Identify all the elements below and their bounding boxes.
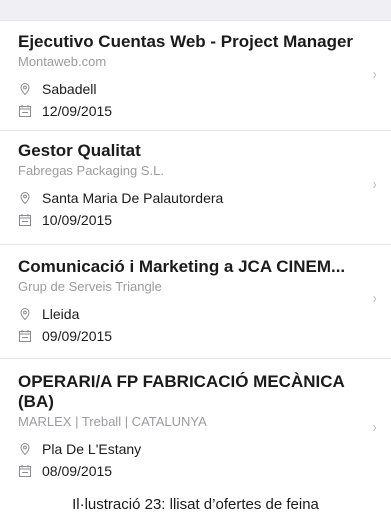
job-date-row: 09/09/2015 bbox=[18, 327, 361, 345]
top-bar bbox=[0, 0, 391, 20]
job-title: Comunicació i Marketing a JCA CINEM... bbox=[18, 257, 346, 276]
job-location: Santa Maria De Palautordera bbox=[42, 190, 224, 206]
job-date: 09/09/2015 bbox=[42, 328, 113, 344]
job-date: 08/09/2015 bbox=[42, 463, 113, 479]
job-date-row: 08/09/2015 bbox=[18, 462, 361, 480]
calendar-icon bbox=[19, 465, 31, 477]
job-title: OPERARI/A FP FABRICACIÓ MECÀNICA (BA) bbox=[18, 372, 345, 411]
job-location: Lleida bbox=[42, 306, 80, 322]
chevron-right-icon: › bbox=[372, 419, 377, 436]
job-company: MARLEX | Treball | CATALUNYA bbox=[18, 414, 207, 429]
job-date-row: 12/09/2015 bbox=[18, 102, 361, 120]
job-date: 12/09/2015 bbox=[42, 103, 113, 119]
job-location: Pla De L'Estany bbox=[42, 441, 142, 457]
chevron-right-icon: › bbox=[372, 290, 377, 307]
job-offer-item[interactable]: Ejecutivo Cuentas Web - Project Manager … bbox=[0, 20, 391, 130]
chevron-right-icon: › bbox=[372, 66, 377, 83]
calendar-icon bbox=[19, 330, 31, 342]
job-offer-item[interactable]: Comunicació i Marketing a JCA CINEM... G… bbox=[0, 244, 391, 358]
chevron-right-icon: › bbox=[372, 176, 377, 193]
job-company: Montaweb.com bbox=[18, 54, 107, 69]
job-company: Grup de Serveis Triangle bbox=[18, 279, 162, 294]
job-date-row: 10/09/2015 bbox=[18, 211, 361, 229]
job-location-row: Sabadell bbox=[18, 80, 361, 98]
job-company: Fabregas Packaging S.L. bbox=[18, 163, 164, 178]
job-offer-item[interactable]: Gestor Qualitat Fabregas Packaging S.L. … bbox=[0, 130, 391, 244]
figure-caption: Il·lustració 23: llisat d’ofertes de fei… bbox=[72, 496, 319, 513]
location-pin-icon bbox=[20, 442, 30, 456]
job-date: 10/09/2015 bbox=[42, 212, 113, 228]
location-pin-icon bbox=[20, 191, 30, 205]
job-location: Sabadell bbox=[42, 81, 97, 97]
location-pin-icon bbox=[20, 307, 30, 321]
location-pin-icon bbox=[20, 82, 30, 96]
job-location-row: Lleida bbox=[18, 305, 361, 323]
job-location-row: Santa Maria De Palautordera bbox=[18, 189, 361, 207]
job-location-row: Pla De L'Estany bbox=[18, 440, 361, 458]
job-title: Ejecutivo Cuentas Web - Project Manager bbox=[18, 32, 354, 51]
calendar-icon bbox=[19, 214, 31, 226]
job-title: Gestor Qualitat bbox=[18, 141, 141, 160]
job-list-screen: Ejecutivo Cuentas Web - Project Manager … bbox=[0, 0, 391, 490]
calendar-icon bbox=[19, 105, 31, 117]
job-offer-item[interactable]: OPERARI/A FP FABRICACIÓ MECÀNICA (BA) MA… bbox=[0, 358, 391, 490]
